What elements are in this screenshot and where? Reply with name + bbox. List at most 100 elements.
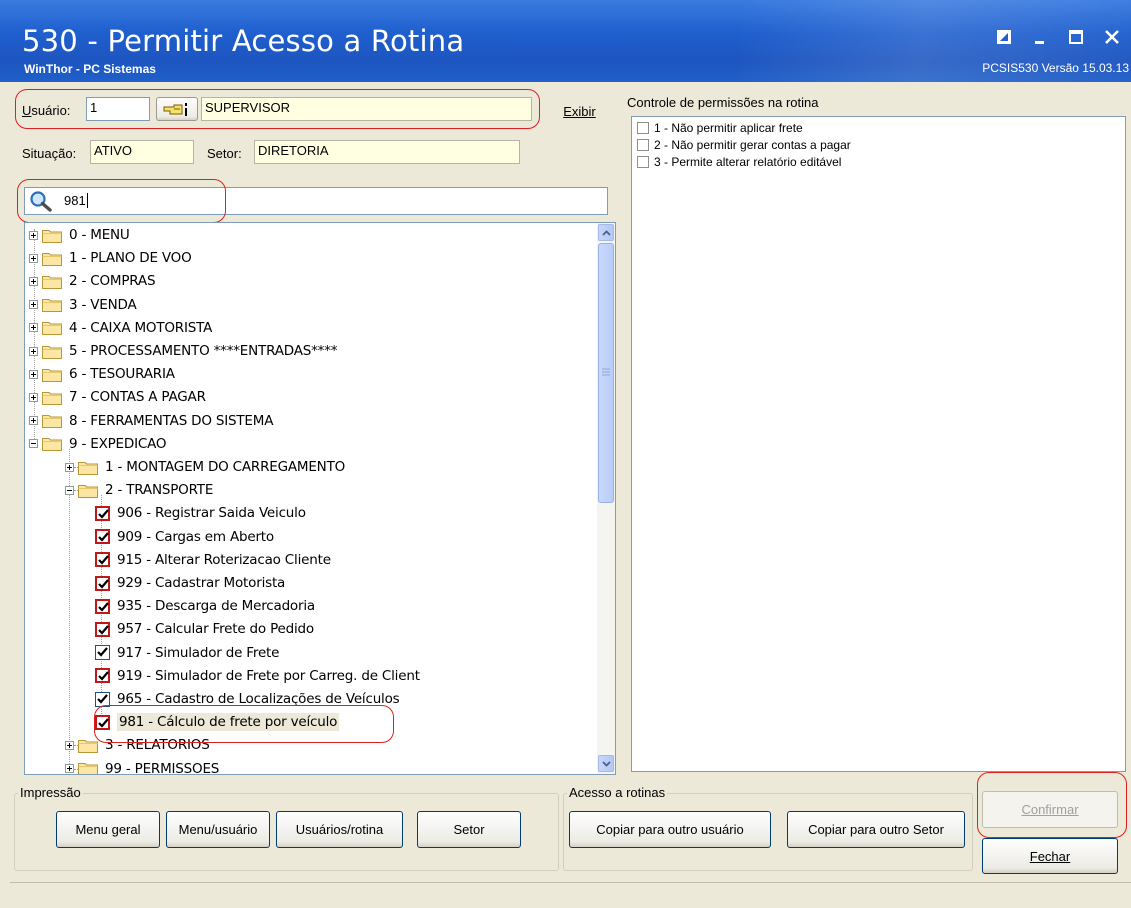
routine-checkbox[interactable] xyxy=(95,621,110,637)
tree-routine[interactable]: 935 - Descarga de Mercadoria xyxy=(95,595,315,617)
routine-checkbox[interactable] xyxy=(95,575,110,591)
title-bar: 530 - Permitir Acesso a Rotina WinThor -… xyxy=(0,0,1131,82)
restore-icon[interactable] xyxy=(993,26,1015,48)
routine-checkbox[interactable] xyxy=(95,598,110,614)
tree-item-label: 99 - PERMISSOES xyxy=(105,760,220,775)
tree-folder[interactable]: 8 - FERRAMENTAS DO SISTEMA xyxy=(29,410,273,432)
permission-checkbox[interactable] xyxy=(637,156,649,168)
scroll-up-icon[interactable] xyxy=(598,224,614,241)
scroll-down-icon[interactable] xyxy=(598,755,614,772)
menu-usuario-button[interactable]: Menu/usuário xyxy=(166,811,270,848)
tree-routine[interactable]: 957 - Calcular Frete do Pedido xyxy=(95,618,314,640)
tree-folder[interactable]: 9 - EXPEDICAO xyxy=(29,433,167,455)
copy-to-user-button[interactable]: Copiar para outro usuário xyxy=(569,811,771,848)
expand-icon[interactable] xyxy=(29,346,38,356)
tree-routine[interactable]: 981 - Cálculo de frete por veículo xyxy=(95,711,340,733)
collapse-icon[interactable] xyxy=(29,439,38,449)
tree-routine[interactable]: 919 - Simulador de Frete por Carreg. de … xyxy=(95,665,420,687)
tree-folder[interactable]: 1 - MONTAGEM DO CARREGAMENTO xyxy=(65,456,345,478)
minimize-icon[interactable] xyxy=(1029,26,1051,48)
permissions-title: Controle de permissões na rotina xyxy=(627,95,819,110)
setor-button[interactable]: Setor xyxy=(417,811,521,848)
tree-routine[interactable]: 909 - Cargas em Aberto xyxy=(95,526,274,548)
tree-folder[interactable]: 6 - TESOURARIA xyxy=(29,363,175,385)
tree-routine[interactable]: 906 - Registrar Saida Veiculo xyxy=(95,502,306,524)
tree-item-label: 909 - Cargas em Aberto xyxy=(117,528,274,545)
window-subtitle: WinThor - PC Sistemas xyxy=(24,62,156,76)
folder-icon xyxy=(42,367,62,382)
close-button[interactable]: Fechar xyxy=(982,838,1118,874)
menu-geral-button[interactable]: Menu geral xyxy=(56,811,160,848)
tree-routine[interactable]: 917 - Simulador de Frete xyxy=(95,642,279,664)
tree-folder[interactable]: 2 - TRANSPORTE xyxy=(65,479,213,501)
tree-folder[interactable]: 5 - PROCESSAMENTO ****ENTRADAS**** xyxy=(29,340,338,362)
tree-folder[interactable]: 99 - PERMISSOES xyxy=(65,758,220,775)
tree-folder[interactable]: 2 - COMPRAS xyxy=(29,270,156,292)
expand-icon[interactable] xyxy=(29,416,38,426)
tree-item-label: 2 - COMPRAS xyxy=(69,273,156,290)
routine-checkbox[interactable] xyxy=(95,505,110,521)
tree-folder[interactable]: 3 - VENDA xyxy=(29,294,137,316)
routine-checkbox[interactable] xyxy=(95,552,110,568)
routine-checkbox[interactable] xyxy=(95,691,110,707)
permission-item[interactable]: 1 - Não permitir aplicar frete xyxy=(637,121,803,135)
search-icon xyxy=(30,191,52,212)
routine-checkbox[interactable] xyxy=(95,714,110,730)
tree-item-label: 929 - Cadastrar Motorista xyxy=(117,575,286,591)
situation-field: ATIVO xyxy=(90,140,194,164)
tree-routine[interactable]: 915 - Alterar Roterizacao Cliente xyxy=(95,549,331,571)
tree-routine[interactable]: 929 - Cadastrar Motorista xyxy=(95,572,285,594)
folder-icon xyxy=(78,761,98,774)
print-group-title: Impressão xyxy=(18,785,83,800)
routine-tree[interactable]: 0 - MENU 1 - PLANO DE VOO 2 - COMPRAS 3 - V… xyxy=(24,222,616,775)
folder-icon xyxy=(78,483,98,498)
confirm-button[interactable]: Confirmar xyxy=(982,791,1118,828)
pointing-hand-icon xyxy=(163,103,187,116)
tree-scrollbar[interactable] xyxy=(597,223,615,774)
tree-item-label: 917 - Simulador de Frete xyxy=(117,644,280,661)
routine-checkbox[interactable] xyxy=(95,645,110,661)
permission-checkbox[interactable] xyxy=(637,122,649,134)
folder-icon xyxy=(42,251,62,266)
folder-icon xyxy=(42,297,62,313)
tree-item-label: 9 - EXPEDICAO xyxy=(69,435,167,452)
expand-icon[interactable] xyxy=(29,230,38,240)
folder-icon xyxy=(42,344,62,359)
folder-icon xyxy=(78,738,98,753)
copy-to-sector-button[interactable]: Copiar para outro Setor xyxy=(787,811,965,848)
permission-checkbox[interactable] xyxy=(637,139,649,151)
expand-icon[interactable] xyxy=(29,276,38,286)
close-icon[interactable] xyxy=(1101,26,1123,48)
folder-icon xyxy=(42,228,62,243)
expand-icon[interactable] xyxy=(29,369,38,379)
expand-icon[interactable] xyxy=(29,300,38,310)
show-button[interactable]: Exibir xyxy=(545,97,614,125)
collapse-icon[interactable] xyxy=(65,485,74,495)
search-input[interactable]: 981 xyxy=(61,189,606,213)
permission-item[interactable]: 3 - Permite alterar relatório editável xyxy=(637,155,841,169)
expand-icon[interactable] xyxy=(29,392,38,402)
tree-folder[interactable]: 0 - MENU xyxy=(29,224,130,246)
user-code-input[interactable]: 1 xyxy=(86,97,150,121)
tree-folder[interactable]: 4 - CAIXA MOTORISTA xyxy=(29,317,212,339)
tree-folder[interactable]: 7 - CONTAS A PAGAR xyxy=(29,386,206,408)
expand-icon[interactable] xyxy=(29,323,38,333)
maximize-icon[interactable] xyxy=(1065,26,1087,48)
expand-icon[interactable] xyxy=(65,462,74,472)
usuarios-rotina-button[interactable]: Usuários/rotina xyxy=(276,811,403,848)
tree-folder[interactable]: 1 - PLANO DE VOO xyxy=(29,247,192,269)
tree-item-label: 2 - TRANSPORTE xyxy=(105,482,214,499)
expand-icon[interactable] xyxy=(65,764,74,774)
user-lookup-button[interactable] xyxy=(156,97,198,121)
permission-item[interactable]: 2 - Não permitir gerar contas a pagar xyxy=(637,138,851,152)
tree-item-label: 7 - CONTAS A PAGAR xyxy=(69,389,206,406)
expand-icon[interactable] xyxy=(65,740,74,750)
folder-icon xyxy=(42,390,62,405)
tree-routine[interactable]: 965 - Cadastro de Localizações de Veícul… xyxy=(95,688,400,710)
expand-icon[interactable] xyxy=(29,253,38,263)
routine-checkbox[interactable] xyxy=(95,529,110,545)
routine-checkbox[interactable] xyxy=(95,668,110,684)
scroll-thumb[interactable] xyxy=(598,243,614,503)
tree-folder[interactable]: 3 - RELATORIOS xyxy=(65,734,210,756)
tree-item-label: 935 - Descarga de Mercadoria xyxy=(117,598,315,615)
